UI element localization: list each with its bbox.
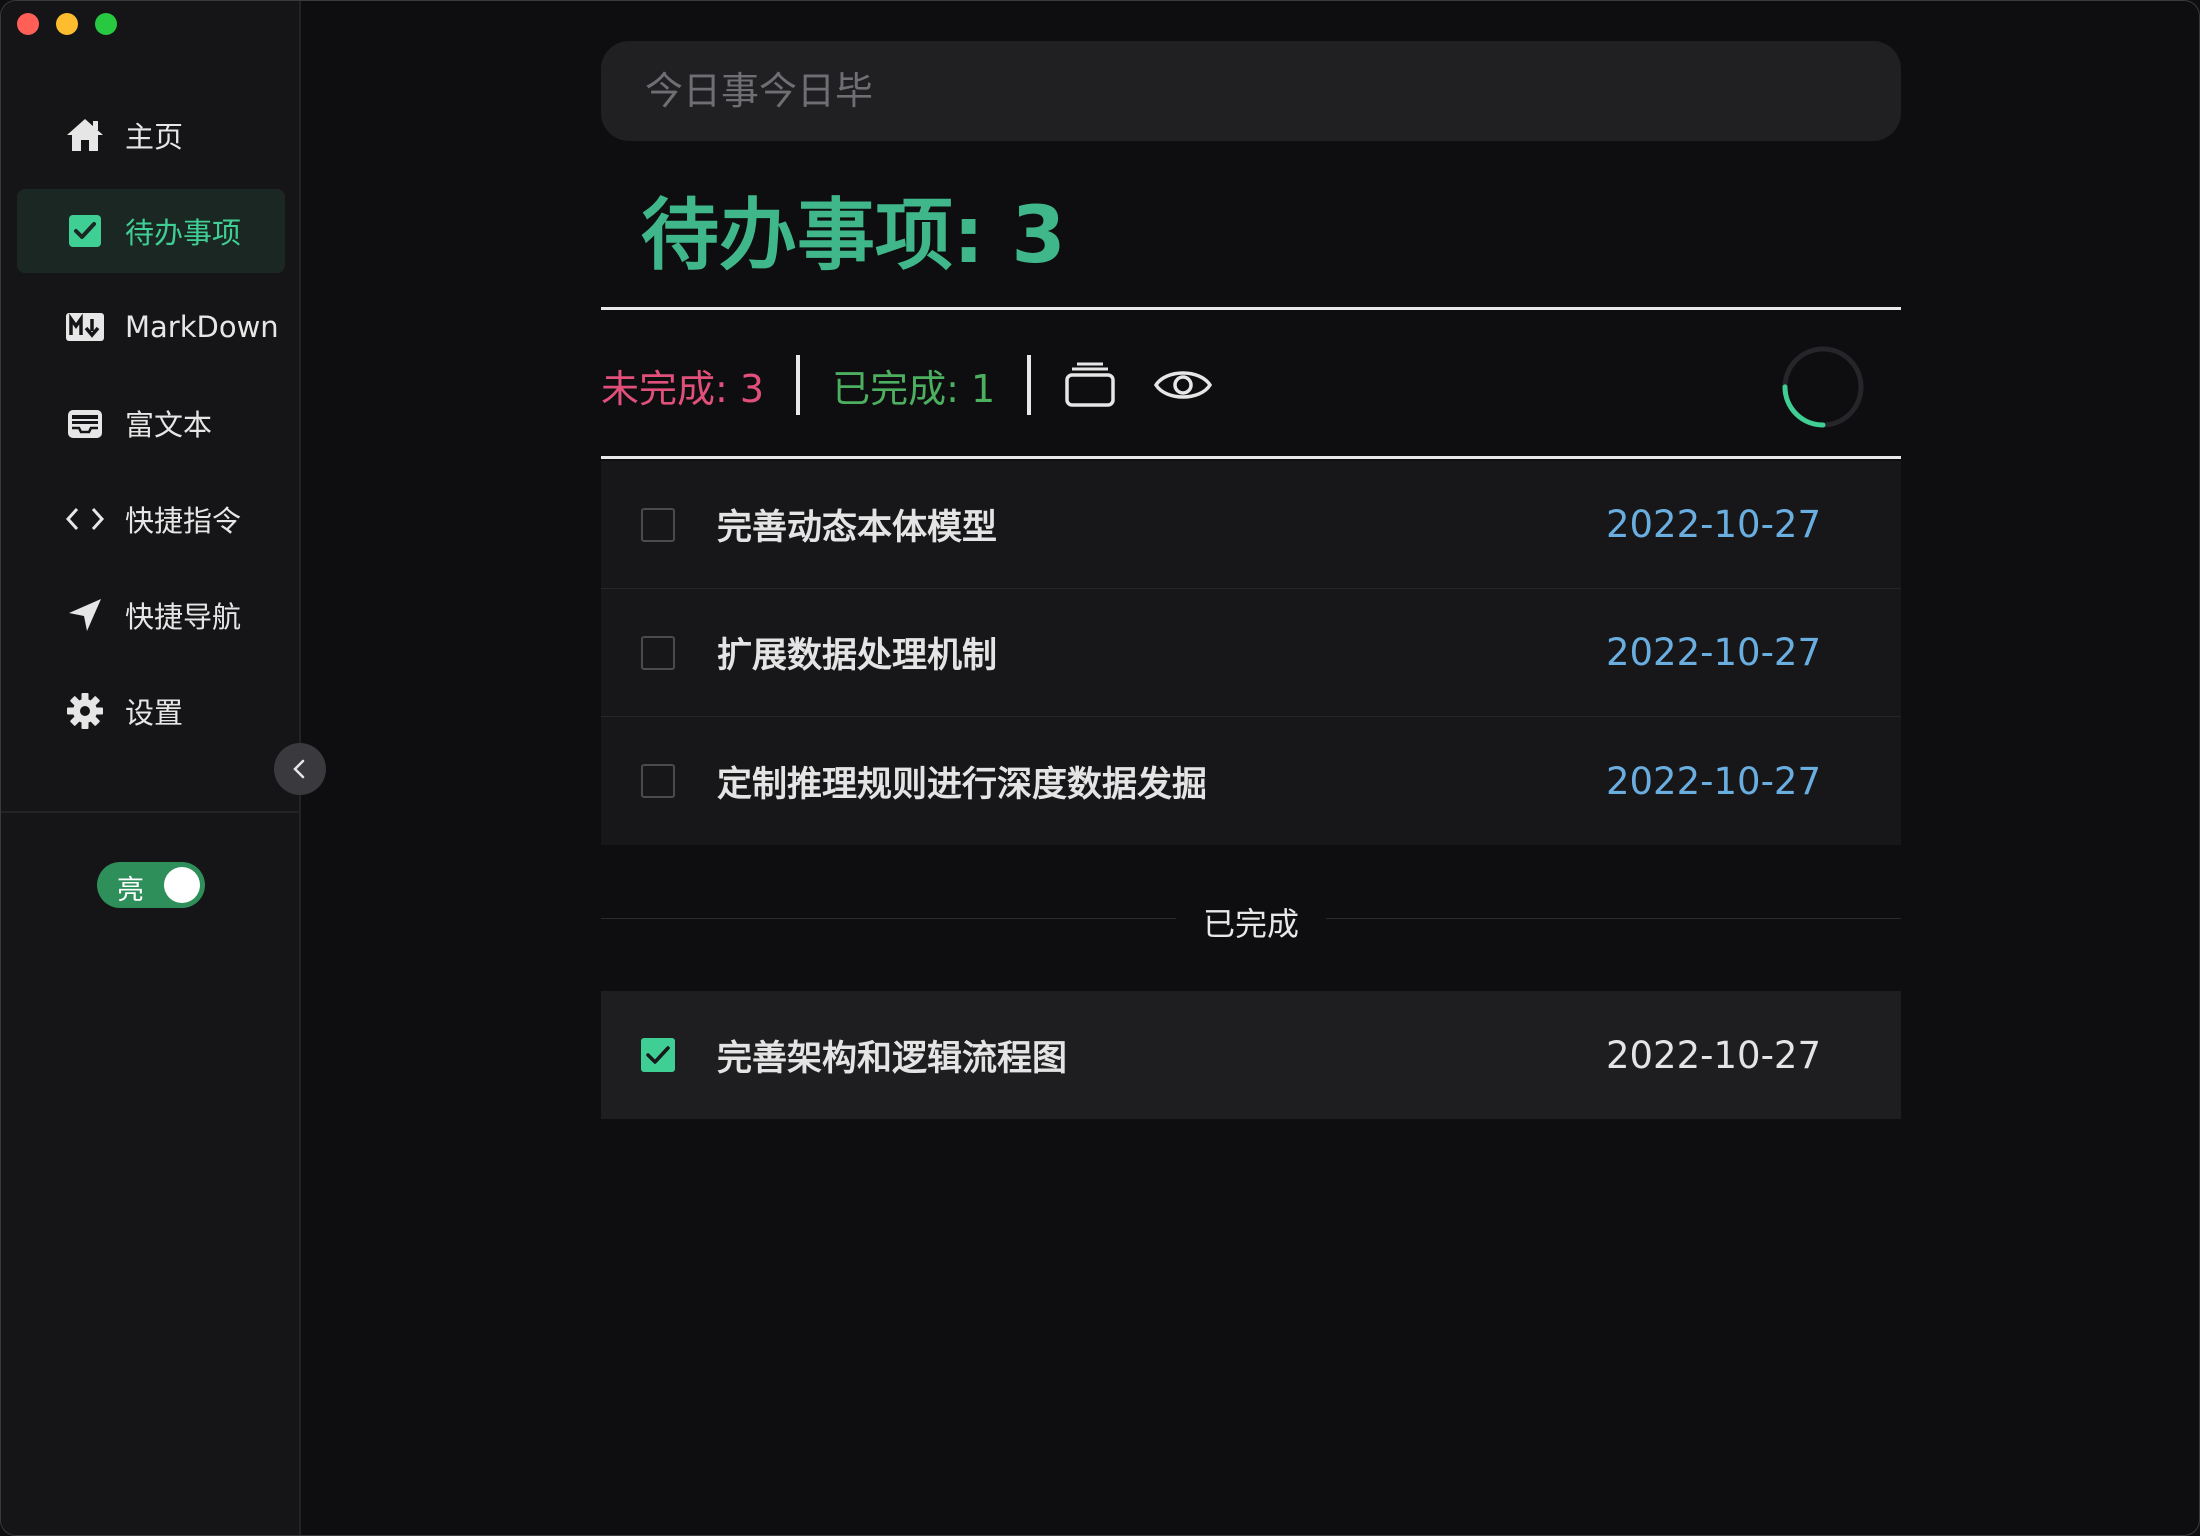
collapse-sidebar-button[interactable] (274, 743, 326, 795)
sidebar-item-quick-nav[interactable]: 快捷导航 (17, 573, 285, 657)
sidebar-item-richtext[interactable]: 富文本 (17, 381, 285, 465)
todo-row: 完善架构和逻辑流程图 2022-10-27 (601, 991, 1901, 1119)
todo-title: 定制推理规则进行深度数据发掘 (717, 764, 1208, 805)
stack-icon[interactable] (1063, 358, 1117, 412)
gear-icon (65, 691, 105, 731)
header-rule (601, 307, 1901, 310)
toggle-knob (164, 867, 200, 903)
sidebar-nav: 主页 待办事项 MarkDown 富文本 快捷指令 快捷导航 设置 (17, 93, 285, 765)
theme-toggle-label: 亮 (117, 875, 144, 906)
checkmark-icon (646, 1046, 670, 1064)
todo-checkbox[interactable] (641, 635, 675, 670)
sidebar-item-label: 富文本 (125, 408, 213, 442)
checkbox-icon (65, 211, 105, 251)
markdown-icon (65, 307, 105, 347)
sidebar-item-markdown[interactable]: MarkDown (17, 285, 285, 369)
todo-row: 扩展数据处理机制 2022-10-27 (601, 589, 1901, 717)
theme-toggle[interactable]: 亮 (97, 862, 205, 908)
sidebar-item-label: 主页 (125, 120, 184, 154)
sidebar-item-home[interactable]: 主页 (17, 93, 285, 177)
sidebar-item-label: MarkDown (125, 310, 279, 344)
page-title: 待办事项: 3 (641, 191, 1066, 281)
eye-icon[interactable] (1153, 358, 1213, 412)
close-window-button[interactable] (17, 13, 39, 35)
todo-checkbox[interactable] (641, 764, 675, 798)
done-section-divider: 已完成 (601, 889, 1901, 949)
sidebar-item-label: 快捷导航 (125, 600, 242, 634)
stats-bar: 未完成: 3 已完成: 1 (601, 355, 1901, 415)
sidebar-item-label: 设置 (125, 696, 184, 730)
todo-title: 完善架构和逻辑流程图 (717, 1038, 1068, 1079)
done-count: 已完成: 1 (832, 366, 996, 411)
sidebar-item-label: 待办事项 (125, 216, 242, 250)
chevron-left-icon (293, 759, 305, 779)
stats-separator (1027, 355, 1032, 415)
sidebar-item-shortcuts[interactable]: 快捷指令 (17, 477, 285, 561)
sidebar-divider (1, 811, 299, 813)
stats-rule (601, 456, 1901, 459)
home-icon (65, 115, 105, 155)
sidebar: 主页 待办事项 MarkDown 富文本 快捷指令 快捷导航 设置 亮 (1, 1, 301, 1535)
divider-line (1326, 918, 1901, 919)
code-icon (65, 499, 105, 539)
pending-count: 未完成: 3 (601, 366, 765, 411)
maximize-window-button[interactable] (95, 13, 117, 35)
done-todo-list: 完善架构和逻辑流程图 2022-10-27 (601, 991, 1901, 1119)
inbox-icon (65, 403, 105, 443)
done-section-label: 已完成 (1202, 905, 1299, 943)
stats-separator (796, 355, 801, 415)
todo-title: 扩展数据处理机制 (717, 636, 998, 676)
window-controls (17, 13, 117, 35)
todo-row: 定制推理规则进行深度数据发掘 2022-10-27 (601, 717, 1901, 845)
todo-date: 2022-10-27 (1605, 631, 1821, 674)
todo-date: 2022-10-27 (1605, 1033, 1821, 1077)
new-todo-input[interactable] (601, 41, 1901, 141)
navigation-arrow-icon (65, 595, 105, 635)
todo-checkbox[interactable] (641, 1038, 675, 1072)
todo-date: 2022-10-27 (1605, 503, 1821, 546)
minimize-window-button[interactable] (56, 13, 78, 35)
sidebar-item-todos[interactable]: 待办事项 (17, 189, 285, 273)
progress-ring (1782, 346, 1864, 428)
app-window: 主页 待办事项 MarkDown 富文本 快捷指令 快捷导航 设置 亮 今日事今… (0, 0, 2200, 1536)
todo-checkbox[interactable] (641, 507, 675, 542)
sidebar-item-settings[interactable]: 设置 (17, 669, 285, 753)
sidebar-item-label: 快捷指令 (125, 504, 242, 538)
todo-row: 完善动态本体模型 2022-10-27 (601, 461, 1901, 589)
todo-title: 完善动态本体模型 (717, 508, 998, 548)
todo-date: 2022-10-27 (1605, 759, 1821, 803)
pending-todo-list: 完善动态本体模型 2022-10-27 扩展数据处理机制 2022-10-27 … (601, 461, 1901, 845)
